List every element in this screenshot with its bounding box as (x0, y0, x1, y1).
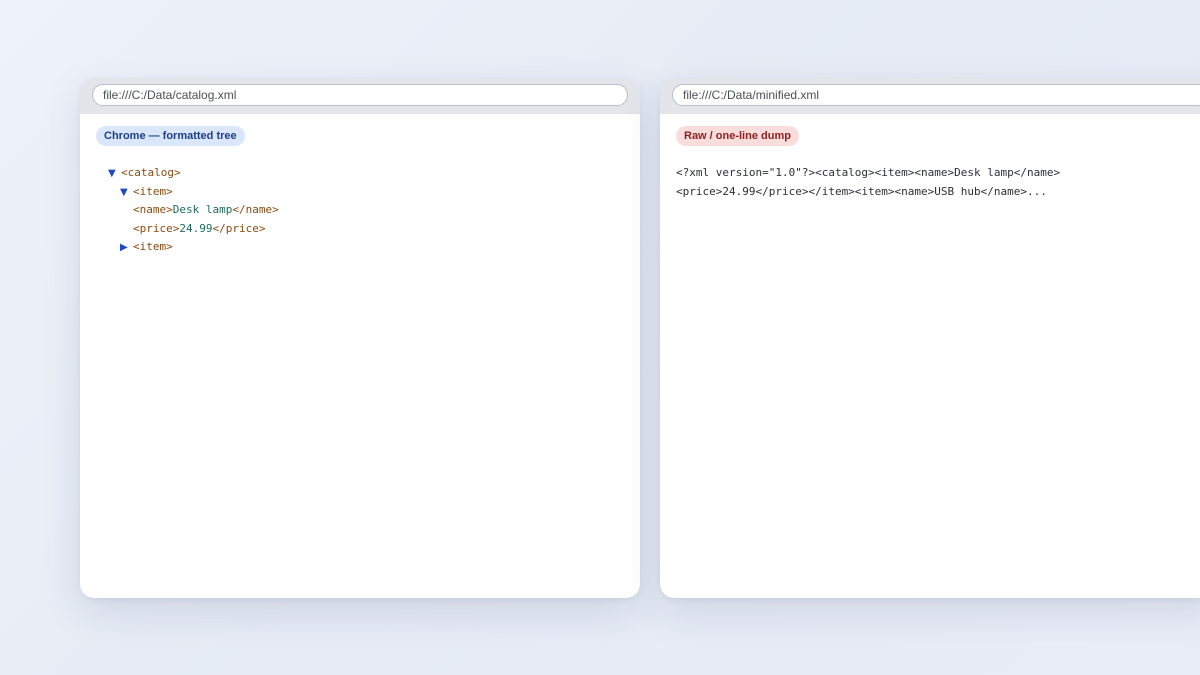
name-close-tag: </name> (232, 203, 279, 216)
formatted-browser-window: file:///C:/Data/catalog.xml Chrome — for… (80, 78, 640, 598)
price-open-tag: <price> (133, 221, 180, 235)
xml-tree: ▼ <catalog> ▼ <item> <name>Desk lamp</name… (108, 164, 624, 257)
raw-line: <price>24.99</price></item><item><name>U… (676, 184, 1047, 198)
tree-node-item-collapsed: ▶ <item> (108, 238, 624, 257)
collapse-catalog-toggle-icon[interactable]: ▼ (108, 165, 121, 184)
collapse-item-toggle-icon[interactable]: ▼ (120, 184, 133, 203)
address-bar[interactable]: file:///C:/Data/minified.xml (672, 84, 1200, 106)
name-open-tag: <name> (133, 203, 173, 216)
item2-open-tag: <item> (133, 240, 173, 253)
browser-toolbar: file:///C:/Data/minified.xml (660, 78, 1200, 114)
raw-xml-dump: <?xml version="1.0"?><catalog><item><nam… (676, 164, 1200, 201)
page-content: Chrome — formatted tree ▼ <catalog> ▼ <ite… (80, 114, 640, 257)
price-value: 24.99 (179, 221, 213, 235)
tree-node-name: <name>Desk lamp</name> (108, 201, 624, 220)
view-mode-badge: Raw / one-line dump (676, 126, 799, 146)
page-content: Raw / one-line dump <?xml version="1.0"?… (660, 114, 1200, 201)
view-mode-badge: Chrome — formatted tree (96, 126, 245, 146)
item-open-tag: <item> (133, 184, 173, 198)
tree-node-catalog: ▼ <catalog> (108, 164, 624, 183)
tree-node-item: ▼ <item> (108, 183, 624, 202)
raw-line: <?xml version="1.0"?><catalog><item><nam… (676, 166, 1061, 179)
name-value: Desk lamp (172, 203, 233, 216)
address-bar[interactable]: file:///C:/Data/catalog.xml (92, 84, 628, 106)
raw-browser-window: file:///C:/Data/minified.xml Raw / one-l… (660, 78, 1200, 598)
price-close-tag: </price> (212, 221, 266, 235)
catalog-open-tag: <catalog> (121, 166, 181, 179)
tree-node-price: <price>24.99</price> (108, 220, 624, 239)
browser-toolbar: file:///C:/Data/catalog.xml (80, 78, 640, 114)
expand-item-toggle-icon[interactable]: ▶ (120, 239, 133, 258)
